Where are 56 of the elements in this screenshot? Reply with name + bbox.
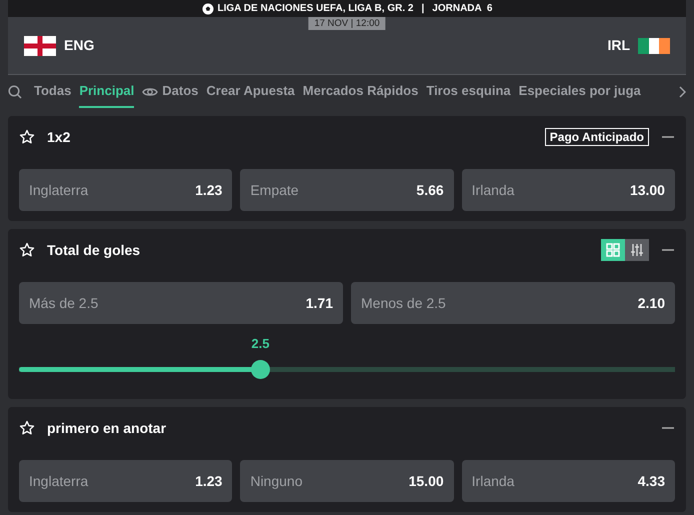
outcome-label: Más de 2.5 (29, 294, 98, 312)
tab[interactable]: Especiales por juga (518, 75, 641, 108)
star-icon[interactable] (19, 242, 35, 258)
round-label: JORNADA 6 (432, 2, 492, 16)
odds-value: 13.00 (630, 180, 665, 200)
england-flag-icon (24, 36, 56, 56)
odds-button[interactable]: Más de 2.5 1.71 (19, 282, 343, 324)
market-title: 1x2 (47, 128, 70, 146)
search-icon[interactable] (8, 84, 22, 98)
odds-value: 4.33 (638, 472, 665, 490)
odds-value: 1.23 (195, 180, 222, 200)
ireland-flag-icon (638, 38, 670, 54)
tab[interactable]: Crear Apuesta (206, 75, 295, 108)
team-name: IRL (607, 36, 630, 55)
grid-icon (606, 243, 620, 257)
market-title: Total de goles (47, 240, 140, 260)
star-icon[interactable] (19, 420, 35, 436)
odds-value: 1.23 (195, 472, 222, 490)
outcome-label: Irlanda (472, 180, 514, 200)
outcome-label: Inglaterra (29, 180, 88, 200)
odds-button[interactable]: Empate 5.66 (240, 169, 454, 211)
outcome-label: Irlanda (472, 472, 514, 490)
team-name: ENG (64, 36, 94, 55)
odds-button[interactable]: Inglaterra 1.23 (19, 460, 232, 502)
tab[interactable]: Principal (79, 75, 134, 108)
slider-thumb[interactable] (251, 360, 270, 379)
chevron-right-icon[interactable] (678, 86, 686, 98)
football-icon (202, 2, 214, 14)
odds-button[interactable]: Irlanda 13.00 (462, 169, 675, 211)
sliders-icon (630, 243, 644, 257)
separator: | (421, 2, 424, 16)
odds-value: 2.10 (638, 294, 665, 312)
outcome-label: Ninguno (250, 472, 302, 491)
odds-value: 15.00 (408, 472, 444, 490)
odds-button[interactable]: Irlanda 4.33 (462, 460, 675, 502)
tab[interactable]: Datos (162, 75, 198, 108)
early-payout-tag: Pago Anticipado (544, 128, 649, 146)
star-icon[interactable] (19, 129, 35, 145)
odds-value: 5.66 (416, 180, 444, 200)
grid-view-toggle[interactable] (601, 239, 625, 261)
tab[interactable]: Todas (34, 75, 72, 108)
slider-view-toggle[interactable] (625, 239, 649, 261)
outcome-label: Menos de 2.5 (361, 294, 446, 312)
outcome-label: Inglaterra (29, 472, 88, 491)
tab[interactable]: Tiros esquina (426, 75, 511, 108)
odds-button[interactable]: Ninguno 15.00 (240, 460, 454, 502)
outcome-label: Empate (250, 180, 299, 200)
odds-button[interactable]: Inglaterra 1.23 (19, 169, 232, 211)
competition-name: LIGA DE NACIONES UEFA, LIGA B, GR. 2 (218, 2, 414, 16)
odds-button[interactable]: Menos de 2.5 2.10 (351, 282, 675, 324)
odds-value: 1.71 (306, 294, 333, 312)
eye-icon (142, 86, 158, 98)
tab[interactable]: Mercados Rápidos (302, 75, 418, 108)
match-datetime: 17 NOV | 12:00 (308, 17, 386, 30)
slider-value: 2.5 (251, 335, 270, 353)
market-title: primero en anotar (47, 418, 166, 438)
